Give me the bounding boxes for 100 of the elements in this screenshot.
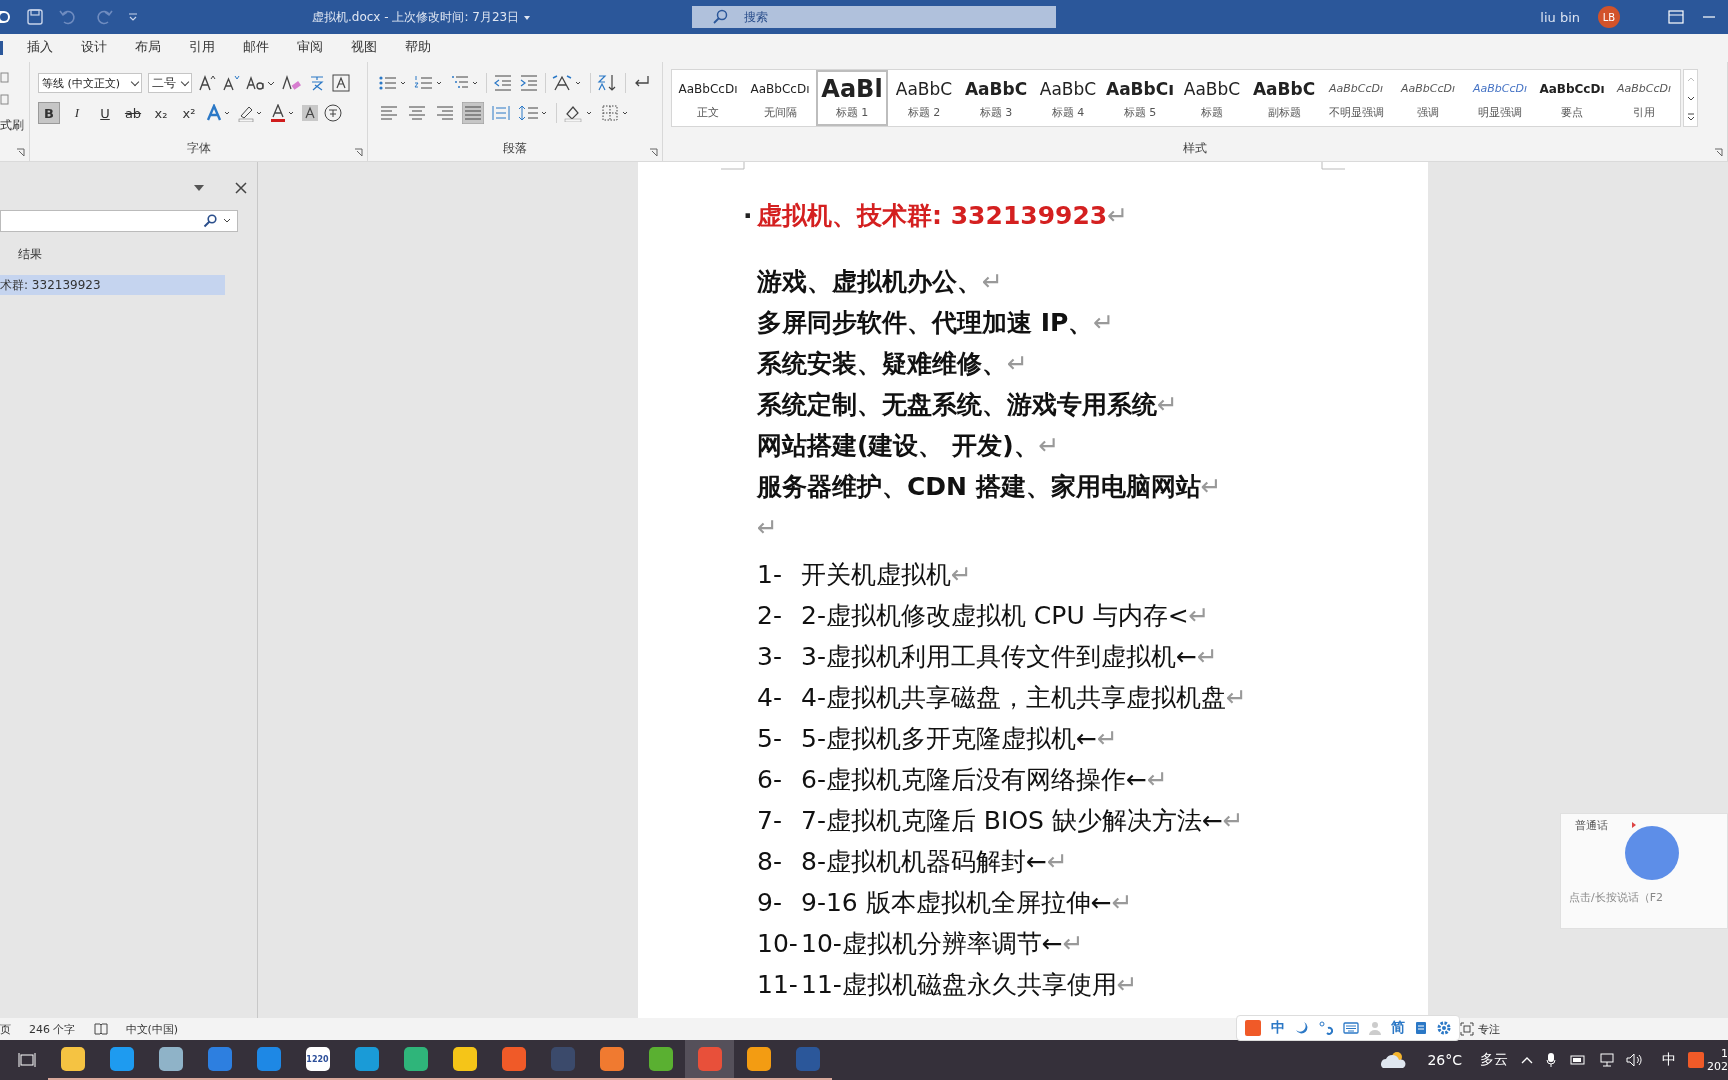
notes-icon[interactable]	[1415, 1021, 1427, 1035]
format-button[interactable]: U	[94, 102, 116, 124]
page-count[interactable]: 页	[0, 1021, 11, 1037]
format-button[interactable]: ab	[122, 102, 144, 124]
user-avatar[interactable]: LB	[1598, 6, 1620, 28]
change-case-icon[interactable]	[246, 74, 276, 92]
bullets-icon[interactable]	[378, 74, 408, 92]
taskbar-app[interactable]: 1220	[293, 1040, 342, 1080]
format-button[interactable]: x²	[178, 102, 200, 124]
results-tab[interactable]: 结果	[18, 246, 42, 263]
format-button[interactable]: I	[66, 102, 88, 124]
ribbon-tab[interactable]: 帮助	[405, 38, 431, 58]
ribbon-tab[interactable]: 视图	[351, 38, 377, 58]
format-button[interactable]: x₂	[150, 102, 172, 124]
ribbon-tab[interactable]: 设计	[81, 38, 107, 58]
clock-date[interactable]: 202	[1707, 1060, 1728, 1073]
ribbon-tab[interactable]: 布局	[135, 38, 161, 58]
character-shading-icon[interactable]	[302, 104, 318, 122]
task-view-icon[interactable]	[18, 1052, 36, 1068]
style-item[interactable]: AaBbCı 标题 5	[1104, 70, 1176, 126]
clear-formatting-icon[interactable]	[282, 74, 302, 92]
dialog-launcher-icon[interactable]	[354, 148, 363, 157]
search-result[interactable]: 术群: 332139923	[0, 275, 225, 295]
style-item[interactable]: AaBbCcDı 不明显强调	[1320, 70, 1392, 126]
style-item[interactable]: AaBl 标题 1	[816, 70, 888, 126]
style-item[interactable]: AaBbCcDı 无间隔	[744, 70, 816, 126]
taskbar-app[interactable]	[685, 1040, 734, 1080]
style-item[interactable]: AaBbCcDı 正文	[672, 70, 744, 126]
enclose-character-icon[interactable]	[324, 104, 342, 122]
input-language[interactable]: 中	[1662, 1051, 1676, 1069]
save-icon[interactable]	[26, 8, 44, 26]
book-icon[interactable]	[93, 1023, 108, 1035]
ribbon-tab[interactable]: 邮件	[243, 38, 269, 58]
language-status[interactable]: 中文(中国)	[125, 1021, 179, 1037]
chevron-up-icon[interactable]	[1520, 1055, 1534, 1065]
style-name: 引用	[1633, 104, 1655, 120]
focus-mode[interactable]: 专注	[1478, 1021, 1500, 1037]
list-number: 10-	[757, 929, 799, 958]
style-item[interactable]: AaBbCcDı 明显强调	[1464, 70, 1536, 126]
phonetic-guide-icon[interactable]	[308, 74, 326, 92]
style-name: 强调	[1417, 104, 1439, 120]
ribbon-tab[interactable]: 引用	[189, 38, 215, 58]
network-icon[interactable]	[1598, 1053, 1614, 1067]
shrink-font-icon[interactable]	[222, 74, 240, 92]
clock-time[interactable]: 1	[1721, 1047, 1728, 1060]
moon-icon[interactable]	[1295, 1021, 1309, 1035]
format-button[interactable]: B	[38, 102, 60, 124]
font-dropdown[interactable]: 等线 (中文正文)	[38, 73, 142, 93]
customize-icon[interactable]	[128, 12, 138, 22]
list-number: 11-	[757, 970, 799, 999]
search-field[interactable]: 搜索	[692, 6, 1056, 28]
bold-line: 网站搭建(建设、 开发)、	[757, 430, 1039, 462]
list-item: 6-虚拟机克隆后没有网络操作←	[801, 764, 1147, 796]
language-label[interactable]: 普通话	[1575, 818, 1608, 833]
style-item[interactable]: AaBbC 副标题	[1248, 70, 1320, 126]
font-color-icon[interactable]	[270, 104, 296, 122]
search-field[interactable]	[0, 210, 238, 232]
increase-indent-icon[interactable]	[519, 74, 539, 92]
caret-icon[interactable]	[1631, 821, 1637, 829]
dropdown-icon[interactable]	[193, 184, 205, 192]
highlight-icon[interactable]	[238, 104, 264, 122]
settings-icon[interactable]	[1437, 1021, 1451, 1035]
volume-icon[interactable]	[1626, 1053, 1644, 1067]
window-title[interactable]: 虚拟机.docx - 上次修改时间: 7月23日	[312, 8, 692, 26]
search-icon	[203, 214, 217, 228]
ribbon-tab[interactable]: 插入	[27, 38, 53, 58]
focus-icon[interactable]	[1460, 1022, 1474, 1036]
grow-font-icon[interactable]	[198, 74, 216, 92]
dialog-launcher-icon[interactable]	[16, 148, 25, 157]
style-item[interactable]: AaBbCcDı 引用	[1608, 70, 1680, 126]
style-item[interactable]: AaBbCcDı 要点	[1536, 70, 1608, 126]
battery-icon[interactable]	[1568, 1054, 1586, 1066]
punctuation-icon[interactable]	[1319, 1021, 1333, 1035]
font-size-dropdown[interactable]: 二号	[148, 73, 192, 93]
dialog-launcher-icon[interactable]	[649, 148, 658, 157]
microphone-icon[interactable]	[1546, 1052, 1556, 1068]
script-mode[interactable]: 简	[1391, 1019, 1405, 1037]
word-count[interactable]: 246 个字	[29, 1021, 76, 1037]
input-mode[interactable]: 中	[1271, 1019, 1285, 1037]
ribbon-tab[interactable]: 审阅	[297, 38, 323, 58]
caret-icon[interactable]	[223, 218, 231, 224]
style-item[interactable]: AaBbC 标题 2	[888, 70, 960, 126]
keyboard-icon[interactable]	[1343, 1022, 1359, 1034]
style-name: 副标题	[1267, 104, 1301, 120]
ribbon-display-icon[interactable]	[1668, 10, 1684, 24]
close-icon[interactable]	[235, 182, 247, 194]
decrease-indent-icon[interactable]	[493, 74, 513, 92]
text-effects-icon[interactable]	[206, 104, 232, 122]
style-name: 无间隔	[763, 104, 797, 120]
bold-line: 系统安装、疑难维修、	[757, 348, 1007, 380]
temperature[interactable]: 26°C	[1427, 1052, 1462, 1068]
style-item[interactable]: AaBbC 标题	[1176, 70, 1248, 126]
list-item: 8-虚拟机机器码解封←	[801, 846, 1047, 878]
style-item[interactable]: AaBbCcDı 强调	[1392, 70, 1464, 126]
weather-condition[interactable]: 多云	[1480, 1051, 1508, 1069]
format-painter-label[interactable]: 式刷	[0, 117, 24, 134]
style-item[interactable]: AaBbC 标题 4	[1032, 70, 1104, 126]
style-item[interactable]: AaBbC 标题 3	[960, 70, 1032, 126]
character-border-icon[interactable]	[332, 74, 350, 92]
dialog-launcher-icon[interactable]	[1714, 148, 1723, 157]
